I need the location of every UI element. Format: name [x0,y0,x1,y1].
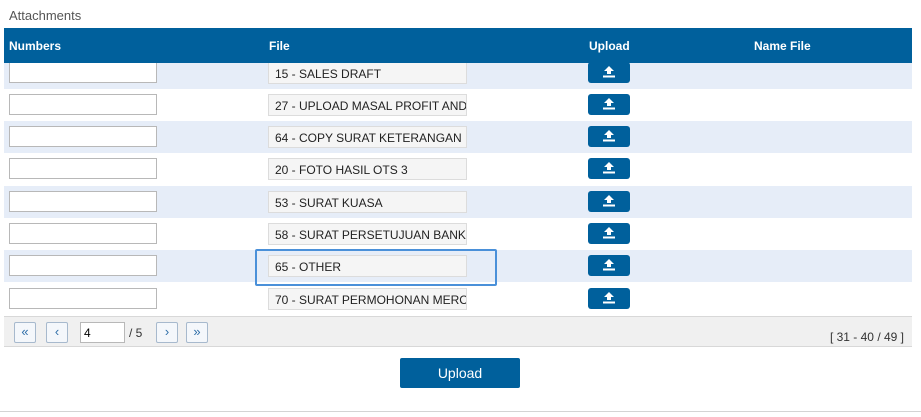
row-upload-button[interactable] [588,158,630,179]
row-upload-button[interactable] [588,126,630,147]
upload-icon [603,66,615,78]
file-select[interactable]: 20 - FOTO HASIL OTS 3 [268,158,467,180]
prev-page-button[interactable]: ‹ [46,322,68,343]
divider [0,411,921,412]
upload-button[interactable]: Upload [400,358,520,388]
number-input[interactable] [9,223,157,244]
row-upload-button[interactable] [588,94,630,115]
upload-icon [603,98,615,110]
row-upload-button[interactable] [588,255,630,276]
table-row: 64 - COPY SURAT KETERANGAN [4,121,912,153]
upload-icon [603,227,615,239]
table-row: 70 - SURAT PERMOHONAN MERC [4,283,912,315]
upload-icon [603,162,615,174]
grid-header: Numbers File Upload Name File [4,28,912,63]
upload-icon [603,259,615,271]
file-select[interactable]: 70 - SURAT PERMOHONAN MERC [268,288,467,310]
upload-icon [603,130,615,142]
record-range-info: [ 31 - 40 / 49 ] [829,330,904,344]
upload-icon [603,195,615,207]
last-page-button[interactable]: » [186,322,208,343]
table-row: 58 - SURAT PERSETUJUAN BANK [4,218,912,250]
column-header-numbers[interactable]: Numbers [9,39,61,53]
number-input[interactable] [9,63,157,83]
file-select[interactable]: 27 - UPLOAD MASAL PROFIT AND [268,94,467,116]
table-row: 20 - FOTO HASIL OTS 3 [4,153,912,185]
attachments-title: Attachments [9,8,82,23]
number-input[interactable] [9,288,157,309]
column-header-file[interactable]: File [269,39,290,53]
number-input[interactable] [9,94,157,115]
row-upload-button[interactable] [588,63,630,83]
row-upload-button[interactable] [588,288,630,309]
file-select[interactable]: 64 - COPY SURAT KETERANGAN [268,126,467,148]
first-page-button[interactable]: « [14,322,36,343]
number-input[interactable] [9,191,157,212]
pagination-bar: « ‹ 4 / 5 › » [ 31 - 40 / 49 ] [4,316,912,347]
table-row: 27 - UPLOAD MASAL PROFIT AND [4,89,912,121]
next-page-button[interactable]: › [156,322,178,343]
row-upload-button[interactable] [588,223,630,244]
upload-icon [603,292,615,304]
number-input[interactable] [9,158,157,179]
page-number-input[interactable]: 4 [80,322,125,343]
focus-highlight [255,249,497,286]
file-select[interactable]: 53 - SURAT KUASA [268,191,467,213]
row-upload-button[interactable] [588,191,630,212]
column-header-name-file[interactable]: Name File [754,39,811,53]
total-pages: / 5 [129,326,143,340]
file-select[interactable]: 15 - SALES DRAFT [268,63,467,84]
number-input[interactable] [9,255,157,276]
table-row: 15 - SALES DRAFT [4,63,912,89]
table-row: 53 - SURAT KUASA [4,186,912,218]
column-header-upload[interactable]: Upload [589,39,630,53]
number-input[interactable] [9,126,157,147]
file-select[interactable]: 58 - SURAT PERSETUJUAN BANK [268,223,467,245]
